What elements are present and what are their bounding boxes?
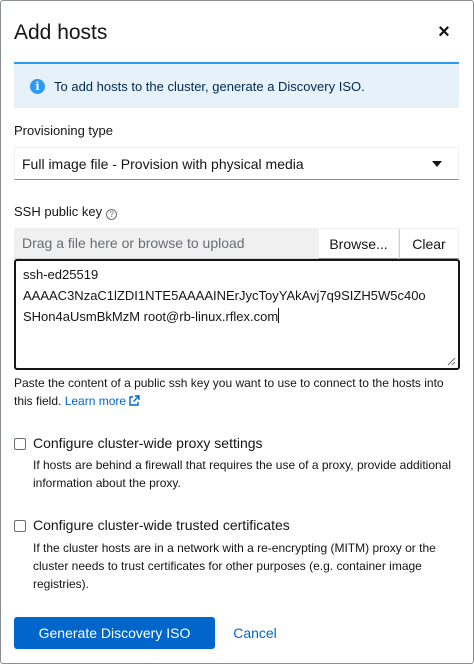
learn-more-label: Learn more (64, 394, 127, 408)
help-icon[interactable]: ? (106, 209, 118, 220)
ssh-key-label-row: SSH public key? (14, 204, 118, 220)
alert-text: To add hosts to the cluster, generate a … (54, 78, 365, 94)
browse-button[interactable]: Browse... (318, 228, 399, 259)
learn-more-link[interactable]: Learn more (65, 394, 140, 408)
info-alert: i To add hosts to the cluster, generate … (14, 62, 459, 108)
info-icon: i (30, 78, 45, 94)
cancel-button[interactable]: Cancel (225, 617, 285, 649)
certs-checkbox-label[interactable]: Configure cluster-wide trusted certifica… (33, 517, 290, 533)
clear-button[interactable]: Clear (399, 228, 459, 259)
certs-description: If the cluster hosts are in a network wi… (33, 541, 436, 591)
dialog-title: Add hosts (14, 21, 108, 44)
provisioning-type-value: Full image file - Provision with physica… (22, 155, 304, 172)
ssh-key-line: AAAAC3NzaC1lZDI1NTE5AAAAINErJycToyYAkAvj… (23, 288, 426, 303)
ssh-key-line: SHon4aUsmBkMzM root@rb-linux.rflex.com (23, 309, 279, 324)
file-upload: Drag a file here or browse to upload Bro… (14, 228, 459, 259)
caret-down-icon (432, 161, 442, 167)
ssh-key-textarea[interactable]: ssh-ed25519 AAAAC3NzaC1lZDI1NTE5AAAAINEr… (14, 259, 460, 370)
external-link-icon (129, 395, 140, 406)
generate-discovery-iso-button[interactable]: Generate Discovery ISO (14, 617, 215, 649)
proxy-checkbox-label[interactable]: Configure cluster-wide proxy settings (33, 435, 263, 451)
provisioning-type-select[interactable]: Full image file - Provision with physica… (14, 147, 459, 180)
add-hosts-dialog: Add hosts × i To add hosts to the cluste… (0, 0, 474, 664)
close-icon[interactable]: × (434, 21, 454, 43)
proxy-description: If hosts are behind a firewall that requ… (33, 458, 452, 490)
text-cursor (278, 308, 280, 323)
ssh-key-line: ssh-ed25519 (23, 267, 99, 282)
proxy-checkbox-row: Configure cluster-wide proxy settings (14, 435, 263, 451)
proxy-checkbox[interactable] (14, 438, 26, 450)
provisioning-type-label: Provisioning type (14, 123, 113, 138)
ssh-key-label: SSH public key (14, 204, 103, 219)
resize-handle-icon[interactable] (446, 356, 456, 366)
ssh-key-helper: Paste the content of a public ssh key yo… (14, 374, 462, 410)
certs-checkbox[interactable] (14, 520, 26, 532)
file-drop-zone[interactable]: Drag a file here or browse to upload (14, 228, 318, 259)
certs-checkbox-row: Configure cluster-wide trusted certifica… (14, 517, 290, 533)
